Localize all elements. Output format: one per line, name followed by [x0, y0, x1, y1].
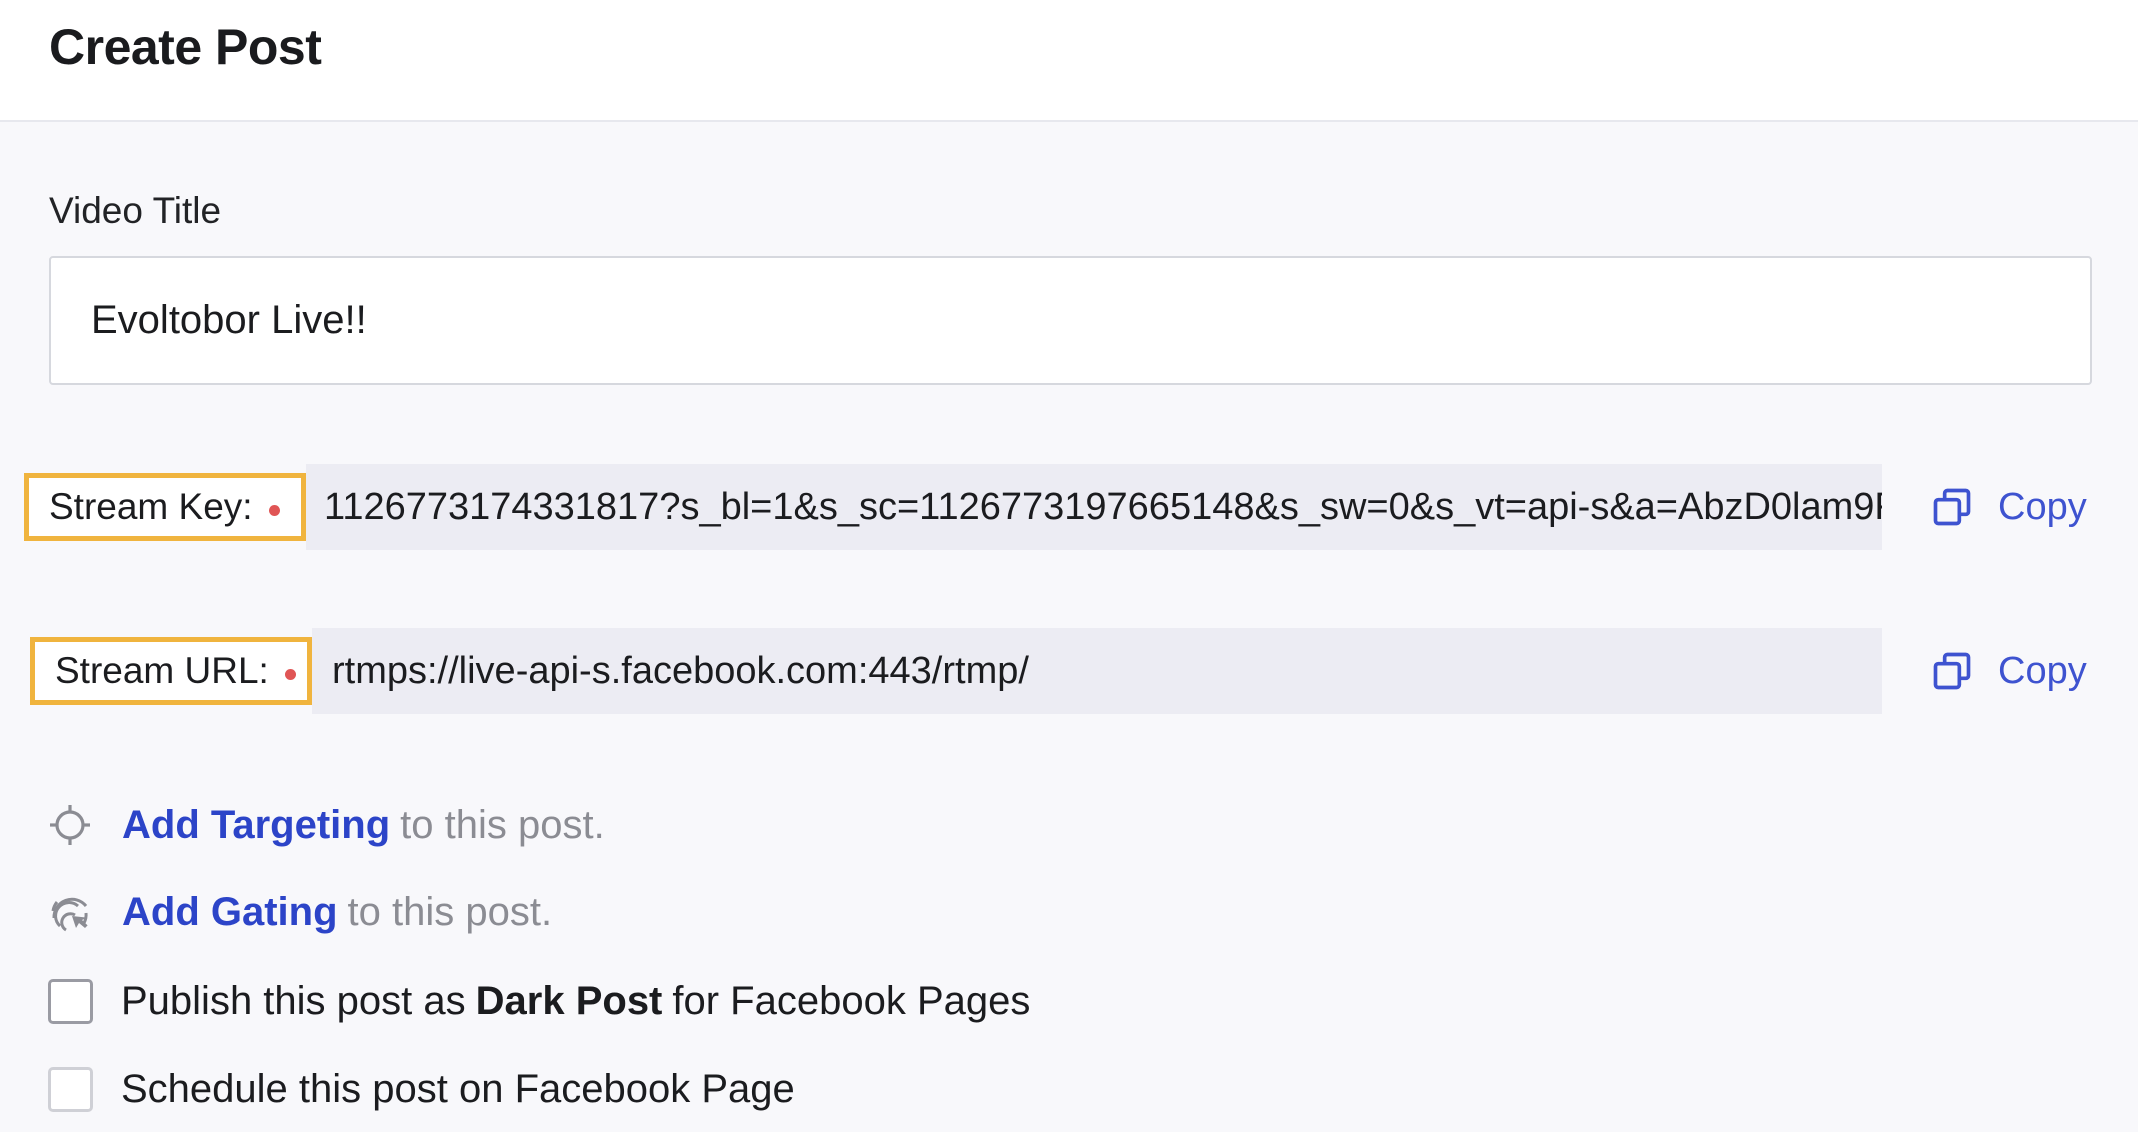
copy-icon — [1933, 488, 1971, 526]
dark-post-suffix: for Facebook Pages — [672, 978, 1031, 1023]
video-title-input[interactable] — [49, 256, 2092, 385]
copy-icon — [1933, 652, 1971, 690]
required-indicator — [268, 504, 280, 516]
add-targeting-suffix: to this post. — [400, 802, 605, 847]
required-indicator — [284, 668, 296, 680]
copy-stream-url-button[interactable]: Copy — [1930, 628, 2100, 714]
stream-url-row: Stream URL: rtmps://live-api-s.facebook.… — [0, 628, 2138, 714]
add-gating-link[interactable]: Add Gating — [122, 890, 338, 935]
dark-post-emphasis: Dark Post — [475, 978, 663, 1023]
copy-label: Copy — [1998, 649, 2087, 692]
video-title-label: Video Title — [49, 190, 222, 231]
dark-post-option[interactable]: Publish this post as Dark Post for Faceb… — [48, 971, 1030, 1031]
add-gating-row: Add Gating to this post. — [46, 882, 552, 942]
add-targeting-link[interactable]: Add Targeting — [122, 803, 390, 848]
page-title: Create Post — [49, 19, 322, 75]
schedule-post-checkbox[interactable] — [48, 1066, 93, 1112]
stream-key-value[interactable]: 1126773174331817?s_bl=1&s_sc=11267731976… — [306, 464, 1882, 550]
stream-key-label-text: Stream Key: — [49, 486, 253, 527]
fingerprint-icon — [51, 897, 88, 932]
copy-label: Copy — [1998, 485, 2087, 528]
stream-url-label-text: Stream URL: — [55, 650, 269, 691]
stream-key-row: Stream Key: 1126773174331817?s_bl=1&s_sc… — [0, 464, 2138, 550]
stream-url-value[interactable]: rtmps://live-api-s.facebook.com:443/rtmp… — [312, 628, 1882, 714]
stream-key-label: Stream Key: — [24, 473, 306, 541]
dark-post-checkbox[interactable] — [48, 978, 93, 1024]
page-header: Create Post — [0, 0, 2138, 122]
copy-stream-key-button[interactable]: Copy — [1930, 464, 2100, 550]
schedule-post-option[interactable]: Schedule this post on Facebook Page — [48, 1059, 795, 1119]
stream-url-label: Stream URL: — [30, 637, 312, 705]
add-gating-suffix: to this post. — [347, 889, 553, 934]
dark-post-prefix: Publish this post as — [121, 978, 466, 1023]
crosshair-icon — [50, 805, 90, 845]
schedule-post-label: Schedule this post on Facebook Page — [121, 1066, 795, 1111]
add-targeting-row: Add Targeting to this post. — [46, 795, 605, 855]
